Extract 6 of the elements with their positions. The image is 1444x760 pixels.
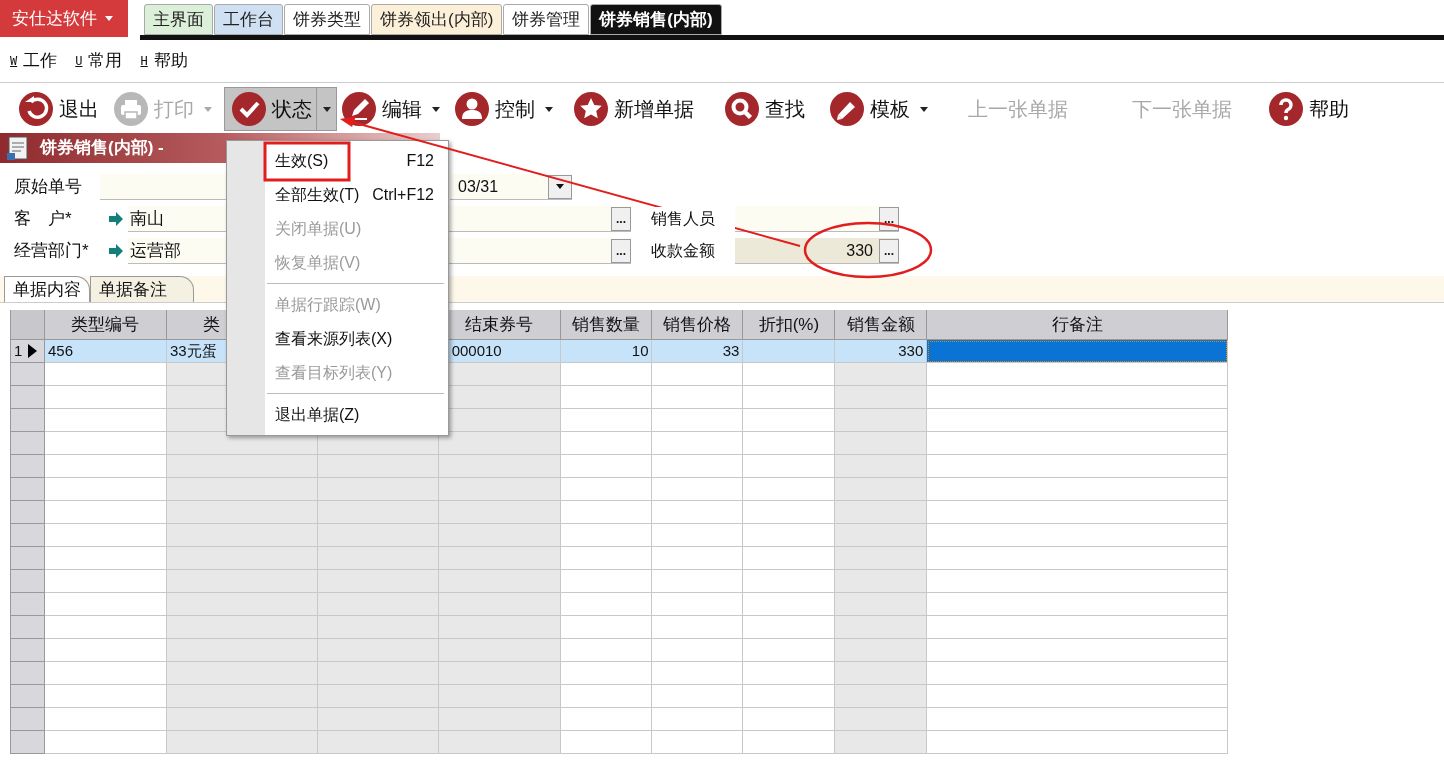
- field-label: 销售人员: [651, 207, 735, 231]
- field-label: 经营部门*: [14, 240, 90, 263]
- row-header: 1: [11, 340, 45, 363]
- field-label: 客 户*: [14, 208, 73, 231]
- field-label: 原始单号: [14, 176, 83, 199]
- document-title: 饼券销售(内部) -: [40, 137, 164, 160]
